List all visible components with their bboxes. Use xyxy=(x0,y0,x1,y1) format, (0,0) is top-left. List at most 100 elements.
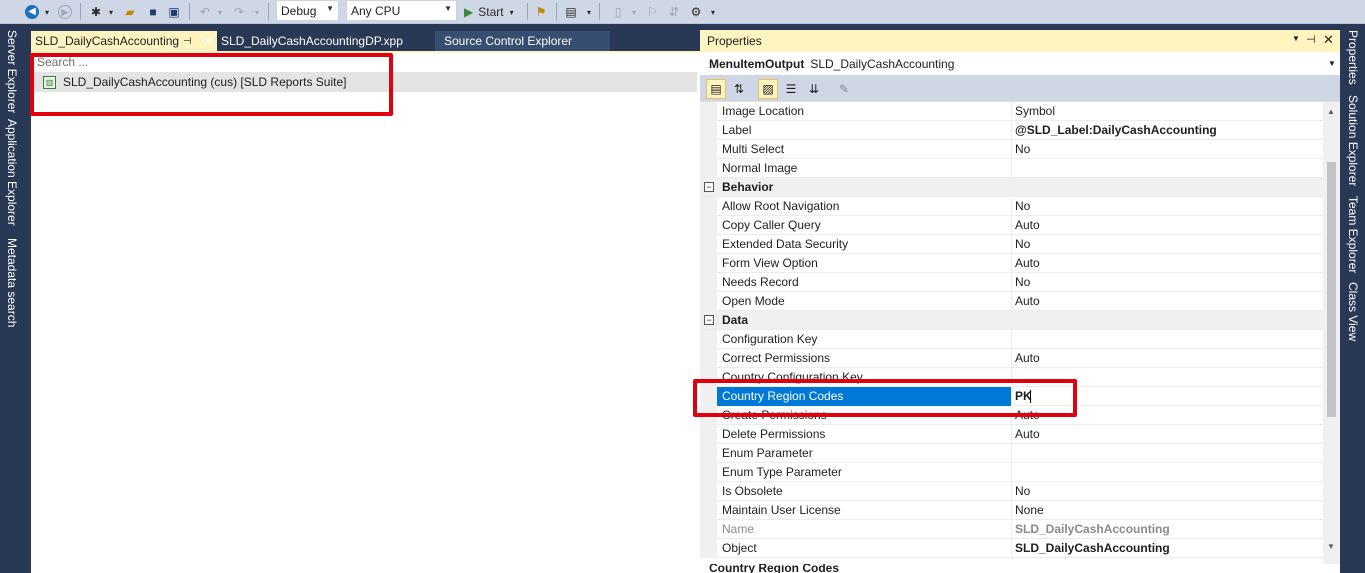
properties-window: Properties ▼ ⊣ ✕ MenuItemOutput SLD_Dail… xyxy=(700,30,1340,573)
property-row[interactable]: Image Location Symbol xyxy=(700,102,1323,121)
property-row[interactable]: Correct Permissions Auto xyxy=(700,349,1323,368)
configuration-select[interactable]: Debug ▼ xyxy=(276,0,339,21)
property-grid-scrollbar[interactable]: ▲ ▼ xyxy=(1323,102,1340,564)
category-data[interactable]: − Data xyxy=(700,311,1323,330)
pin-icon[interactable]: ⊣ xyxy=(1306,33,1316,46)
properties-view-icon[interactable]: ▨ xyxy=(758,79,778,99)
document-icon[interactable]: ▯ xyxy=(610,3,626,21)
metadata-search-tab[interactable]: Metadata search xyxy=(5,238,19,327)
property-value[interactable]: Auto xyxy=(1015,294,1040,308)
find-in-files-icon[interactable]: ⚑ xyxy=(532,3,550,21)
property-value[interactable]: Auto xyxy=(1015,256,1040,270)
property-row[interactable]: Form View Option Auto xyxy=(700,254,1323,273)
class-view-tab[interactable]: Class View xyxy=(1346,282,1360,341)
property-row[interactable]: Normal Image xyxy=(700,159,1323,178)
property-pages-icon[interactable]: ✎ xyxy=(834,79,854,99)
back-dropdown-icon[interactable]: ▾ xyxy=(43,3,51,21)
toolbar-overflow-icon[interactable]: ▾ xyxy=(709,3,717,21)
server-explorer-tab[interactable]: Server Explorer xyxy=(5,30,19,113)
column-divider xyxy=(1011,330,1012,349)
property-value[interactable]: SLD_DailyCashAccounting xyxy=(1015,541,1170,555)
property-value[interactable]: @SLD_Label:DailyCashAccounting xyxy=(1015,123,1217,137)
window-menu-icon[interactable]: ▼ xyxy=(1292,34,1300,43)
category-behavior[interactable]: − Behavior xyxy=(700,178,1323,197)
events-icon[interactable]: ☰ xyxy=(781,79,801,99)
compare-icon[interactable]: ⇵ xyxy=(666,3,682,21)
close-icon[interactable]: ✕ xyxy=(1323,32,1334,48)
property-row[interactable]: Name SLD_DailyCashAccounting xyxy=(700,520,1323,539)
property-value[interactable]: No xyxy=(1015,199,1030,213)
property-value[interactable]: Auto xyxy=(1015,351,1040,365)
new-dropdown-icon[interactable]: ▾ xyxy=(107,3,115,21)
property-row[interactable]: Allow Root Navigation No xyxy=(700,197,1323,216)
property-row[interactable]: Label @SLD_Label:DailyCashAccounting xyxy=(700,121,1323,140)
property-row[interactable]: Extended Data Security No xyxy=(700,235,1323,254)
layout-icon[interactable]: ▤ xyxy=(562,3,580,21)
row-gutter xyxy=(700,482,717,501)
toolbar-separator xyxy=(527,3,528,20)
redo-dropdown-icon[interactable]: ▾ xyxy=(253,3,261,21)
property-row[interactable]: Copy Caller Query Auto xyxy=(700,216,1323,235)
property-row[interactable]: Multi Select No xyxy=(700,140,1323,159)
scroll-down-icon[interactable]: ▼ xyxy=(1327,542,1335,551)
collapse-icon[interactable]: − xyxy=(704,182,714,192)
undo-dropdown-icon[interactable]: ▾ xyxy=(216,3,224,21)
redo-icon[interactable]: ↷ xyxy=(231,3,247,21)
toolbar-separator xyxy=(189,3,190,20)
property-row[interactable]: Delete Permissions Auto xyxy=(700,425,1323,444)
property-value[interactable]: None xyxy=(1015,503,1044,517)
team-explorer-tab[interactable]: Team Explorer xyxy=(1346,196,1360,273)
column-divider xyxy=(1011,292,1012,311)
property-row[interactable]: Object SLD_DailyCashAccounting xyxy=(700,539,1323,558)
new-project-icon[interactable]: ✱ xyxy=(88,3,104,21)
property-row[interactable]: Needs Record No xyxy=(700,273,1323,292)
scroll-thumb[interactable] xyxy=(1327,162,1336,417)
property-value[interactable]: No xyxy=(1015,275,1030,289)
properties-toolbar: ▤ ⇅ ▨ ☰ ⇊ ✎ xyxy=(700,75,1340,102)
property-value[interactable]: Symbol xyxy=(1015,104,1055,118)
properties-tab[interactable]: Properties xyxy=(1346,30,1360,85)
document-dropdown-icon[interactable]: ▾ xyxy=(630,3,638,21)
property-row[interactable]: Maintain User License None xyxy=(700,501,1323,520)
property-row[interactable]: Configuration Key xyxy=(700,330,1323,349)
solution-explorer-tab[interactable]: Solution Explorer xyxy=(1346,95,1360,186)
property-value[interactable]: No xyxy=(1015,484,1030,498)
sort-icon[interactable]: ⇊ xyxy=(804,79,824,99)
platform-select[interactable]: Any CPU ▼ xyxy=(346,0,457,21)
column-divider xyxy=(1011,444,1012,463)
start-button[interactable]: ▶ Start ▾ xyxy=(464,3,524,21)
bookmark-icon[interactable]: ⚐ xyxy=(644,3,660,21)
main-toolbar: ◀ ▾ ▶ ✱ ▾ ▰ ■ ▣ ↶ ▾ ↷ ▾ Debug ▼ Any CPU … xyxy=(0,0,1365,24)
property-row[interactable]: Enum Parameter xyxy=(700,444,1323,463)
application-explorer-tab[interactable]: Application Explorer xyxy=(5,119,19,226)
property-value[interactable]: Auto xyxy=(1015,427,1040,441)
save-icon[interactable]: ■ xyxy=(145,3,161,21)
tab-daily-cash-accounting[interactable]: SLD_DailyCashAccounting ⊣ xyxy=(31,31,217,51)
property-value[interactable]: Auto xyxy=(1015,218,1040,232)
property-row[interactable]: Enum Type Parameter xyxy=(700,463,1323,482)
property-row[interactable]: Open Mode Auto xyxy=(700,292,1323,311)
property-value[interactable]: No xyxy=(1015,237,1030,251)
close-icon[interactable]: ✕ xyxy=(199,31,215,51)
tab-source-control-explorer[interactable]: Source Control Explorer xyxy=(435,31,610,51)
tab-daily-cash-accounting-dp[interactable]: SLD_DailyCashAccountingDP.xpp xyxy=(217,31,417,51)
save-all-icon[interactable]: ▣ xyxy=(166,3,182,21)
object-selector[interactable]: MenuItemOutput SLD_DailyCashAccounting ▼ xyxy=(700,52,1340,75)
open-folder-icon[interactable]: ▰ xyxy=(122,3,138,21)
forward-icon[interactable]: ▶ xyxy=(57,3,73,21)
categorized-icon[interactable]: ▤ xyxy=(706,79,726,99)
scroll-up-icon[interactable]: ▲ xyxy=(1327,107,1335,116)
property-value[interactable]: No xyxy=(1015,142,1030,156)
toolbar-separator xyxy=(80,3,81,20)
column-divider xyxy=(1011,501,1012,520)
pin-icon[interactable]: ⊣ xyxy=(183,36,192,47)
property-row[interactable]: Is Obsolete No xyxy=(700,482,1323,501)
collapse-icon[interactable]: − xyxy=(704,315,714,325)
property-name: Name xyxy=(722,522,755,536)
settings-icon[interactable]: ⚙ xyxy=(688,3,704,21)
undo-icon[interactable]: ↶ xyxy=(197,3,213,21)
alphabetical-icon[interactable]: ⇅ xyxy=(729,79,749,99)
layout-dropdown-icon[interactable]: ▾ xyxy=(585,3,593,21)
back-icon[interactable]: ◀ xyxy=(24,3,40,21)
category-label: Data xyxy=(722,313,749,327)
